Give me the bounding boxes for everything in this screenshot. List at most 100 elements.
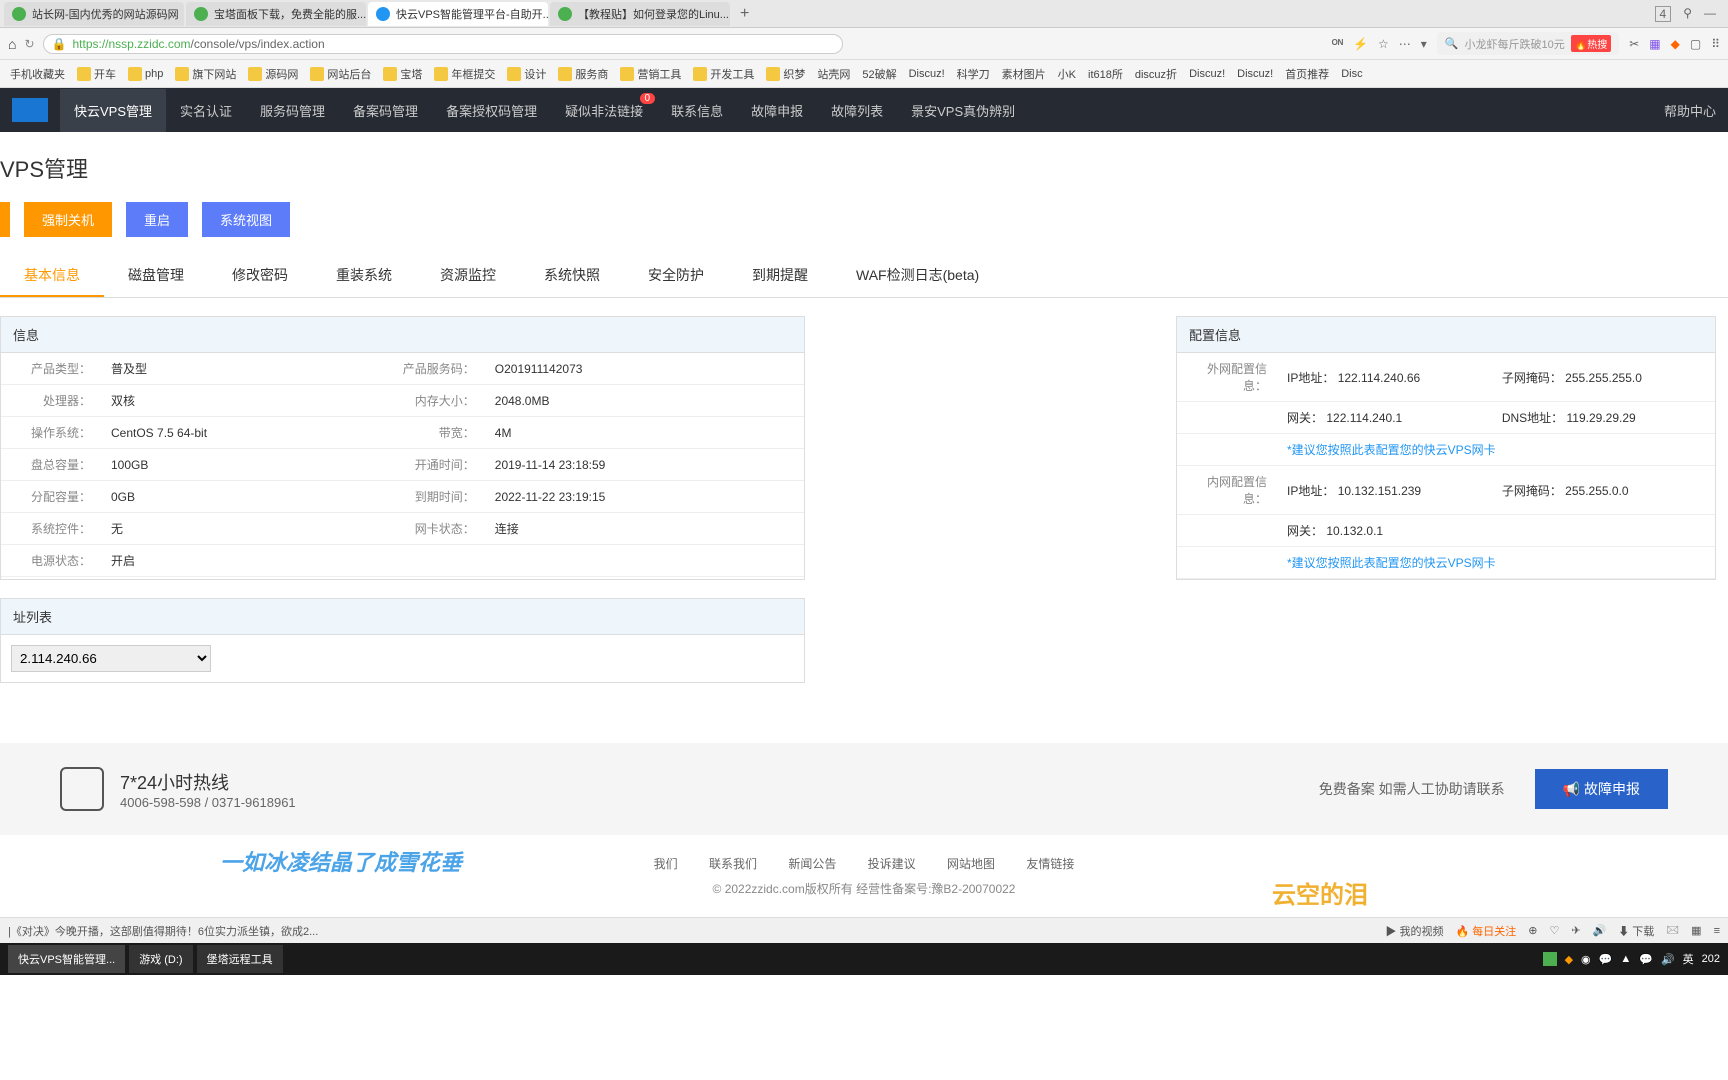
- bottom-icon[interactable]: 🔊: [1593, 924, 1607, 937]
- bookmark-item[interactable]: 服务商: [554, 64, 612, 84]
- bookmark-item[interactable]: 设计: [503, 64, 550, 84]
- news-ticker[interactable]: |《对决》今晚开播，这部剧值得期待！6位实力派坐镇，欲成2...: [8, 923, 318, 939]
- nav-contact[interactable]: 联系信息: [657, 89, 737, 132]
- tray-icon[interactable]: ▲: [1620, 953, 1631, 965]
- bookmark-item[interactable]: 年框提交: [430, 64, 499, 84]
- ext2-icon[interactable]: ▢: [1690, 37, 1701, 51]
- tray-time[interactable]: 202: [1702, 953, 1720, 965]
- tab-password[interactable]: 修改密码: [208, 255, 312, 297]
- ip-select[interactable]: 2.114.240.66: [11, 645, 211, 672]
- tab-security[interactable]: 安全防护: [624, 255, 728, 297]
- window-minimize-icon[interactable]: —: [1704, 6, 1716, 22]
- bookmark-item[interactable]: 首页推荐: [1281, 64, 1333, 84]
- bookmark-item[interactable]: Discuz!: [1185, 66, 1229, 82]
- footer-link[interactable]: 友情链接: [1026, 857, 1074, 871]
- restart-button[interactable]: 重启: [126, 202, 188, 237]
- browser-tab[interactable]: 站长网-国内优秀的网站源码网×: [4, 2, 184, 26]
- ext1-icon[interactable]: ◆: [1671, 37, 1680, 51]
- footer-link[interactable]: 新闻公告: [788, 857, 836, 871]
- home-icon[interactable]: ⌂: [8, 36, 16, 52]
- tray-volume-icon[interactable]: 🔊: [1661, 953, 1675, 966]
- apps-icon[interactable]: ⠿: [1711, 37, 1720, 51]
- tray-ime[interactable]: 英: [1683, 951, 1694, 967]
- tray-icon[interactable]: 💬: [1639, 953, 1653, 966]
- bookmark-item[interactable]: 营销工具: [616, 64, 685, 84]
- taskbar-item[interactable]: 堡塔远程工具: [197, 945, 283, 973]
- tray-icon[interactable]: ◉: [1581, 953, 1591, 966]
- shield-icon[interactable]: ᴼᴺ: [1332, 37, 1343, 51]
- more-icon[interactable]: ⋯: [1399, 37, 1411, 51]
- bottom-icon[interactable]: ✈: [1571, 924, 1580, 937]
- force-shutdown-button[interactable]: 强制关机: [24, 202, 112, 237]
- bookmark-item[interactable]: 52破解: [858, 64, 900, 84]
- tray-icon[interactable]: ◆: [1565, 953, 1573, 966]
- chevron-down-icon[interactable]: ▾: [1421, 37, 1427, 51]
- footer-link[interactable]: 我们: [654, 857, 678, 871]
- nav-vps-manage[interactable]: 快云VPS管理: [60, 89, 166, 132]
- search-box[interactable]: 🔍 小龙虾每斤跌破10元 🔥热搜: [1437, 32, 1619, 55]
- bottom-icon[interactable]: ⊕: [1528, 924, 1537, 937]
- bookmark-item[interactable]: discuz折: [1131, 64, 1181, 84]
- footer-link[interactable]: 投诉建议: [868, 857, 916, 871]
- bookmark-item[interactable]: 旗下网站: [171, 64, 240, 84]
- config-note[interactable]: *建议您按照此表配置您的快云VPS网卡: [1277, 547, 1715, 579]
- footer-link[interactable]: 网站地图: [947, 857, 995, 871]
- tab-basic-info[interactable]: 基本信息: [0, 255, 104, 297]
- bookmark-item[interactable]: 开发工具: [689, 64, 758, 84]
- browser-tab[interactable]: 宝塔面板下载，免费全能的服...×: [186, 2, 366, 26]
- bottom-icon[interactable]: ≡: [1714, 925, 1720, 937]
- nav-record-code[interactable]: 备案码管理: [339, 89, 432, 132]
- url-input[interactable]: 🔒 https://nssp.zzidc.com/console/vps/ind…: [43, 34, 843, 54]
- bookmark-item[interactable]: 网站后台: [306, 64, 375, 84]
- bookmark-item[interactable]: Discuz!: [1233, 66, 1277, 82]
- bookmark-item[interactable]: 小K: [1054, 64, 1080, 84]
- config-note[interactable]: *建议您按照此表配置您的快云VPS网卡: [1277, 434, 1715, 466]
- window-pin-icon[interactable]: ⚲: [1683, 6, 1692, 22]
- bookmark-item[interactable]: php: [124, 65, 167, 83]
- tab-waf[interactable]: WAF检测日志(beta): [832, 255, 1003, 297]
- tab-disk[interactable]: 磁盘管理: [104, 255, 208, 297]
- logo[interactable]: [12, 98, 48, 122]
- nav-realname[interactable]: 实名认证: [166, 89, 246, 132]
- bookmark-item[interactable]: 宝塔: [379, 64, 426, 84]
- taskbar-item[interactable]: 游戏 (D:): [129, 945, 192, 973]
- tab-reinstall[interactable]: 重装系统: [312, 255, 416, 297]
- bookmark-item[interactable]: Disc: [1337, 66, 1366, 82]
- bookmark-item[interactable]: 源码网: [244, 64, 302, 84]
- nav-illegal-link[interactable]: 疑似非法链接0: [551, 89, 657, 132]
- nav-fault-report[interactable]: 故障申报: [737, 89, 817, 132]
- value-link[interactable]: 连接: [485, 513, 804, 545]
- nav-verify[interactable]: 景安VPS真伪辨别: [897, 89, 1029, 132]
- browser-tab[interactable]: 快云VPS智能管理平台-自助开...×: [368, 2, 548, 26]
- bookmark-item[interactable]: 开车: [73, 64, 120, 84]
- bookmark-item[interactable]: Discuz!: [905, 66, 949, 82]
- qr-icon[interactable]: ▦: [1649, 37, 1660, 51]
- tray-icon[interactable]: [1543, 952, 1557, 966]
- browser-tab[interactable]: 【教程贴】如何登录您的Linu...×: [550, 2, 730, 26]
- taskbar-item[interactable]: 快云VPS智能管理...: [8, 945, 125, 973]
- help-link[interactable]: 帮助中心: [1664, 101, 1716, 120]
- bookmark-item[interactable]: it618所: [1084, 64, 1127, 84]
- bookmark-item[interactable]: 手机收藏夹: [6, 64, 69, 84]
- value-link[interactable]: 开启: [101, 545, 385, 577]
- bottom-icon[interactable]: ▦: [1691, 924, 1701, 937]
- bottom-item[interactable]: ⬇ 下载: [1618, 923, 1654, 939]
- tab-snapshot[interactable]: 系统快照: [520, 255, 624, 297]
- bookmark-item[interactable]: 科学刀: [953, 64, 994, 84]
- bookmark-item[interactable]: 素材图片: [998, 64, 1050, 84]
- action-btn-0[interactable]: [0, 202, 10, 237]
- bottom-icon[interactable]: ♡: [1549, 924, 1559, 937]
- tray-icon[interactable]: 💬: [1599, 953, 1613, 966]
- bookmark-item[interactable]: 站壳网: [813, 64, 854, 84]
- refresh-icon[interactable]: ↻: [24, 37, 34, 51]
- nav-service-code[interactable]: 服务码管理: [246, 89, 339, 132]
- bottom-icon[interactable]: 🖂: [1666, 921, 1679, 940]
- scissors-icon[interactable]: ✂: [1629, 37, 1639, 51]
- star-icon[interactable]: ☆: [1378, 37, 1389, 51]
- bookmark-item[interactable]: 织梦: [762, 64, 809, 84]
- new-tab-button[interactable]: +: [732, 5, 757, 23]
- tab-expire[interactable]: 到期提醒: [728, 255, 832, 297]
- bottom-item[interactable]: ▶ 我的视频: [1385, 923, 1443, 939]
- nav-auth-code[interactable]: 备案授权码管理: [432, 89, 551, 132]
- footer-link[interactable]: 联系我们: [709, 857, 757, 871]
